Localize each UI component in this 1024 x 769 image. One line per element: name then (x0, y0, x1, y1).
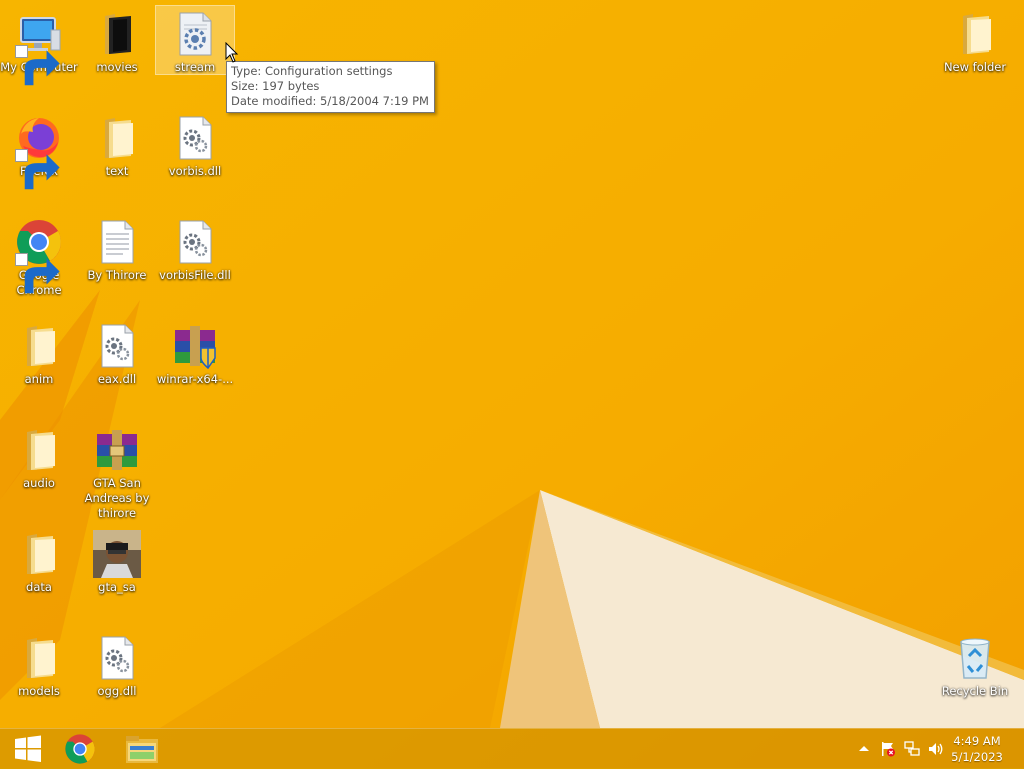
desktop-icon-models[interactable]: models (0, 630, 78, 699)
desktop-icon-by-thirore[interactable]: By Thirore (78, 214, 156, 283)
gta-sa-icon (93, 530, 141, 578)
taskbar: 4:49 AM 5/1/2023 (0, 728, 1024, 769)
desktop-icon-my-computer[interactable]: My Computer (0, 6, 78, 86)
desktop-icon-vorbisfile-dll[interactable]: vorbisFile.dll (156, 214, 234, 283)
clock-time: 4:49 AM (953, 734, 1001, 748)
desktop-icon-label: GTA San Andreas by thirore (84, 476, 150, 520)
desktop-icon-label: vorbisFile.dll (159, 268, 231, 282)
desktop-icon-recycle-bin[interactable]: Recycle Bin (936, 630, 1014, 699)
desktop-icon-gta-san-andreas-archive[interactable]: GTA San Andreas by thirore (78, 422, 156, 521)
desktop-icon-label: ogg.dll (97, 684, 137, 698)
desktop-icon-data[interactable]: data (0, 526, 78, 595)
clock-date: 5/1/2023 (951, 750, 1003, 764)
winrar-archive-icon (93, 426, 141, 474)
desktop-icon-label: winrar-x64-... (156, 372, 234, 386)
shortcut-arrow-icon (15, 253, 60, 294)
firefox-icon (15, 114, 63, 190)
desktop-icon-label: vorbis.dll (168, 164, 222, 178)
mouse-cursor-icon (225, 42, 239, 63)
computer-icon (15, 10, 63, 86)
desktop-icon-label: data (26, 580, 52, 594)
taskbar-file-explorer-button[interactable] (114, 729, 170, 769)
dll-file-icon (171, 218, 219, 266)
desktop-icon-new-folder[interactable]: New folder (936, 6, 1014, 75)
text-file-icon (93, 218, 141, 266)
desktop-icon-label: text (105, 164, 129, 178)
desktop-icon-label: gta_sa (98, 580, 136, 594)
taskbar-clock[interactable]: 4:49 AM 5/1/2023 (948, 733, 1006, 765)
desktop-icon-label: New folder (943, 60, 1007, 74)
desktop-icon-audio[interactable]: audio (0, 422, 78, 491)
winrar-installer-icon (171, 322, 219, 370)
folder-icon (93, 114, 141, 162)
network-icon[interactable] (904, 741, 920, 757)
desktop-icon-firefox[interactable]: Firefox (0, 110, 78, 190)
folder-icon (15, 530, 63, 578)
desktop-icon-label: By Thirore (87, 268, 147, 282)
desktop-icon-label: stream (174, 60, 216, 74)
desktop-icon-anim[interactable]: anim (0, 318, 78, 387)
file-explorer-icon (126, 736, 158, 763)
tooltip-date-modified: Date modified: 5/18/2004 7:19 PM (231, 94, 429, 108)
shortcut-arrow-icon (15, 45, 60, 86)
file-info-tooltip: Type: Configuration settings Size: 197 b… (226, 61, 435, 113)
desktop-icon-label: eax.dll (97, 372, 137, 386)
folder-icon (15, 426, 63, 474)
desktop-icon-winrar-installer[interactable]: winrar-x64-... (156, 318, 234, 387)
desktop-icon-gta-sa[interactable]: gta_sa (78, 526, 156, 595)
desktop-icon-text[interactable]: text (78, 110, 156, 179)
dll-file-icon (93, 634, 141, 682)
folder-icon (93, 10, 141, 58)
desktop-icon-stream[interactable]: stream (155, 5, 235, 75)
tooltip-size: Size: 197 bytes (231, 79, 320, 93)
chrome-icon (65, 734, 95, 764)
taskbar-chrome-button[interactable] (52, 729, 108, 769)
desktop-icon-ogg-dll[interactable]: ogg.dll (78, 630, 156, 699)
windows-start-icon (15, 735, 41, 762)
shortcut-arrow-icon (15, 149, 60, 190)
desktop-icon-label: anim (24, 372, 54, 386)
dll-file-icon (171, 114, 219, 162)
show-hidden-icons-chevron[interactable] (856, 741, 872, 757)
folder-icon (15, 322, 63, 370)
volume-icon[interactable] (928, 741, 944, 757)
config-file-icon (171, 10, 219, 58)
desktop-icon-eax-dll[interactable]: eax.dll (78, 318, 156, 387)
desktop-icon-google-chrome[interactable]: Google Chrome (0, 214, 78, 298)
desktop-icon-movies[interactable]: movies (78, 6, 156, 75)
folder-icon (15, 634, 63, 682)
desktop-icon-vorbis-dll[interactable]: vorbis.dll (156, 110, 234, 179)
action-center-flag-icon[interactable] (880, 741, 896, 757)
chrome-icon (15, 218, 63, 294)
desktop-icon-label: Recycle Bin (941, 684, 1009, 698)
dll-file-icon (93, 322, 141, 370)
recycle-bin-icon (951, 634, 999, 682)
tooltip-type: Type: Configuration settings (231, 64, 393, 78)
folder-icon (951, 10, 999, 58)
desktop-icon-label: movies (96, 60, 138, 74)
desktop-icon-label: models (18, 684, 60, 698)
system-tray: 4:49 AM 5/1/2023 (844, 729, 1024, 769)
desktop-icon-label: audio (23, 476, 55, 490)
start-button[interactable] (0, 729, 56, 769)
